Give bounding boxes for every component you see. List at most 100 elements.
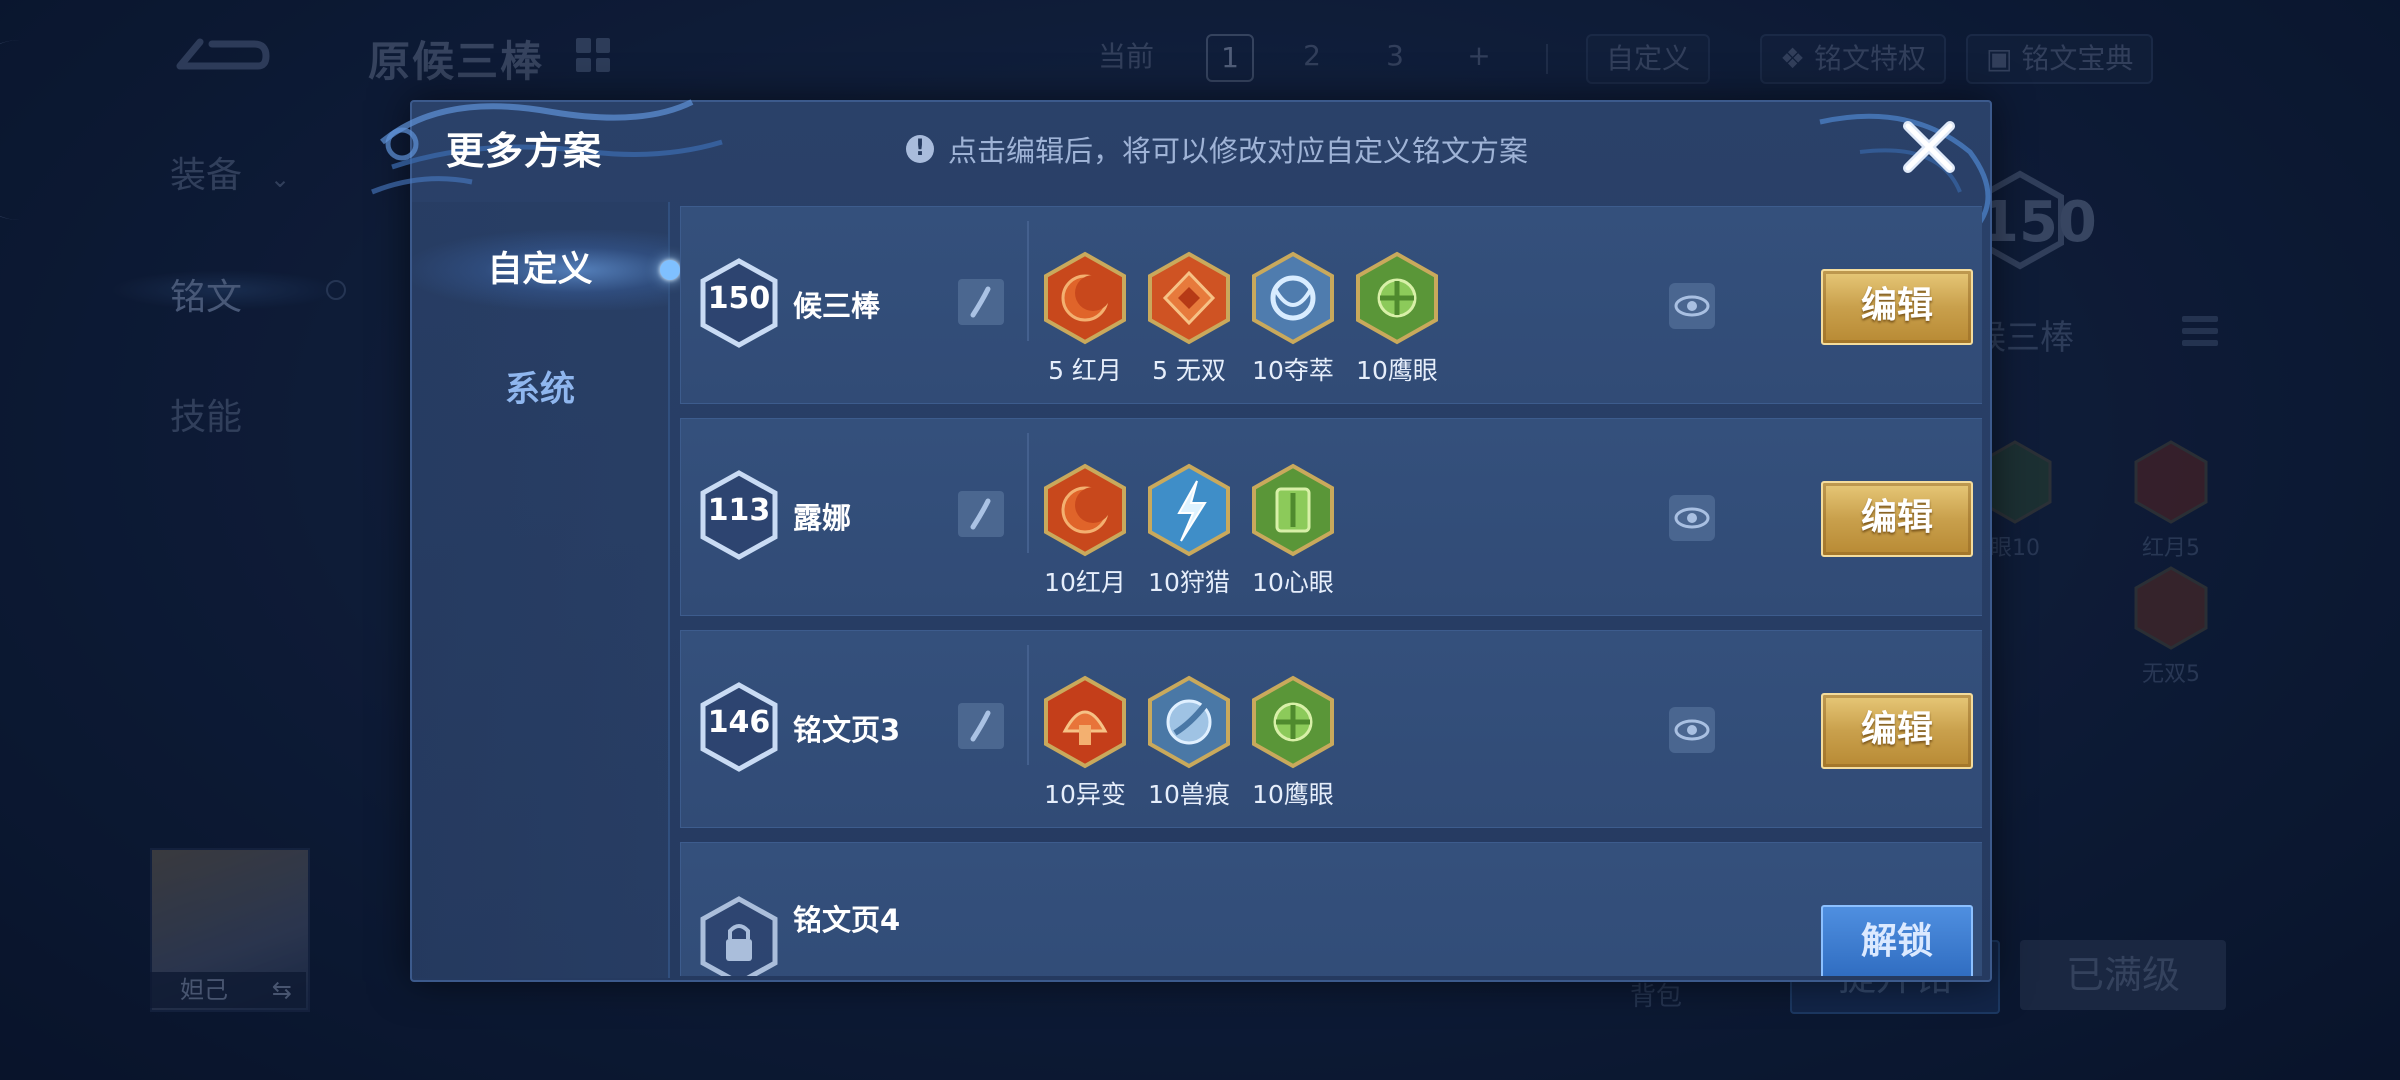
close-button[interactable] bbox=[1898, 116, 1960, 178]
red-moon-rune-icon bbox=[1044, 251, 1126, 345]
peerless-rune-icon bbox=[1148, 251, 1230, 345]
preview-button[interactable] bbox=[1669, 707, 1715, 753]
rune-label: 10夺萃 bbox=[1252, 356, 1334, 385]
rune-label: 10兽痕 bbox=[1148, 780, 1230, 809]
tab-custom-label: 自定义 bbox=[487, 250, 593, 290]
back-arrow-icon bbox=[176, 38, 270, 70]
add-page-button[interactable]: + bbox=[1457, 34, 1501, 78]
row-divider bbox=[1027, 433, 1029, 553]
rune-slot[interactable]: 10兽痕 bbox=[1147, 675, 1231, 815]
chevron-down-icon: ⌄ bbox=[270, 165, 291, 193]
rename-button[interactable] bbox=[958, 491, 1004, 537]
dialog-title: 更多方案 bbox=[446, 129, 603, 173]
row-divider bbox=[1027, 221, 1029, 341]
unlock-button[interactable]: 解锁 bbox=[1821, 905, 1973, 976]
rune-label: 10异变 bbox=[1044, 780, 1126, 809]
scheme-title: 原候三棒 bbox=[368, 37, 545, 86]
rune-slot[interactable]: 5 红月 bbox=[1043, 251, 1127, 391]
page-1-button[interactable]: 1 bbox=[1206, 34, 1254, 82]
edit-button[interactable]: 编辑 bbox=[1821, 481, 1973, 557]
rune-slot[interactable]: 10鹰眼 bbox=[1251, 675, 1335, 815]
hero-switch-bar[interactable]: 妲己 ⇆ bbox=[150, 972, 306, 1008]
seize-rune-icon bbox=[1252, 251, 1334, 345]
nav-equipment[interactable]: 装备 ⌄ bbox=[170, 146, 290, 198]
scheme-name: 铭文页4 bbox=[793, 903, 901, 937]
page-3-button[interactable]: 3 bbox=[1373, 34, 1417, 78]
nav-dot bbox=[326, 280, 346, 300]
privilege-button[interactable]: ❖ 铭文特权 bbox=[1760, 34, 1947, 84]
rune-label: 5 无双 bbox=[1152, 356, 1226, 385]
red-moon-rune-icon bbox=[1044, 463, 1126, 557]
scheme-row: 150 候三棒 5 红月 5 无双 10夺萃 10鹰眼 编辑 bbox=[680, 206, 1982, 404]
scheme-row-locked: 铭文页4 解锁 bbox=[680, 842, 1982, 976]
rune-slot[interactable]: 10心眼 bbox=[1251, 463, 1335, 603]
maxed-button: 已满级 bbox=[2020, 940, 2226, 1010]
book-icon: ❖ bbox=[1780, 42, 1815, 75]
grid-icon[interactable] bbox=[576, 38, 610, 72]
edit-button[interactable]: 编辑 bbox=[1821, 693, 1973, 769]
pen-icon bbox=[970, 498, 991, 530]
hunt-rune-icon bbox=[1148, 463, 1230, 557]
more-schemes-dialog: 更多方案 ! 点击编辑后，将可以修改对应自定义铭文方案 自定义 系统 150 候… bbox=[371, 99, 1992, 982]
scheme-level: 150 bbox=[707, 281, 771, 316]
selected-dot bbox=[660, 260, 680, 280]
row-divider bbox=[1027, 645, 1029, 765]
rune-slot[interactable]: 10鹰眼 bbox=[1355, 251, 1439, 391]
scheme-level: 146 bbox=[707, 705, 771, 740]
pen-icon bbox=[970, 286, 991, 318]
page-2-button[interactable]: 2 bbox=[1290, 34, 1334, 78]
menu-icon[interactable] bbox=[2182, 316, 2218, 352]
custom-button[interactable]: 自定义 bbox=[1586, 34, 1711, 84]
rename-button[interactable] bbox=[958, 703, 1004, 749]
hint-text: 点击编辑后，将可以修改对应自定义铭文方案 bbox=[948, 134, 1529, 168]
beast-mark-rune-icon bbox=[1148, 675, 1230, 769]
bg-rune-label: 无双5 bbox=[2142, 662, 2200, 687]
divider bbox=[1546, 44, 1548, 74]
rune-slot[interactable]: 10红月 bbox=[1043, 463, 1127, 603]
bg-rune-label: 眼10 bbox=[1990, 536, 2040, 561]
hawk-eye-rune-icon bbox=[1356, 251, 1438, 345]
tab-custom[interactable]: 自定义 bbox=[412, 230, 680, 310]
pen-icon bbox=[970, 710, 991, 742]
rune-slot[interactable]: 10夺萃 bbox=[1251, 251, 1335, 391]
close-icon bbox=[1903, 121, 1955, 173]
rune-slot[interactable]: 10狩猎 bbox=[1147, 463, 1231, 603]
rune-label: 10狩猎 bbox=[1148, 568, 1230, 597]
scheme-name: 铭文页3 bbox=[793, 713, 901, 747]
scheme-list[interactable]: 150 候三棒 5 红月 5 无双 10夺萃 10鹰眼 编辑 113 露娜 10… bbox=[680, 206, 1982, 976]
privilege-label: 铭文特权 bbox=[1814, 42, 1927, 75]
eye-icon bbox=[1674, 719, 1710, 741]
rune-label: 10鹰眼 bbox=[1356, 356, 1438, 385]
preview-button[interactable] bbox=[1669, 283, 1715, 329]
mutation-rune-icon bbox=[1044, 675, 1126, 769]
bg-rune-label: 红月5 bbox=[2142, 536, 2200, 561]
scheme-category-sidebar: 自定义 系统 bbox=[412, 202, 680, 978]
eye-icon bbox=[1674, 295, 1710, 317]
nav-equipment-label: 装备 bbox=[170, 155, 243, 196]
codex-label: 铭文宝典 bbox=[2021, 42, 2134, 75]
codex-icon: ▣ bbox=[1986, 42, 2022, 75]
red-moon-rune-icon bbox=[2134, 440, 2208, 524]
rune-label: 10鹰眼 bbox=[1252, 780, 1334, 809]
swap-icon: ⇆ bbox=[271, 976, 292, 1004]
tab-system[interactable]: 系统 bbox=[412, 350, 668, 430]
background-level: 150 bbox=[1980, 190, 2097, 255]
info-icon: ! bbox=[906, 135, 934, 163]
codex-button[interactable]: ▣ 铭文宝典 bbox=[1966, 34, 2154, 84]
preview-button[interactable] bbox=[1669, 495, 1715, 541]
peerless-rune-icon bbox=[2134, 566, 2208, 650]
rename-button[interactable] bbox=[958, 279, 1004, 325]
hawk-eye-rune-icon bbox=[1252, 675, 1334, 769]
rune-slot[interactable]: 10异变 bbox=[1043, 675, 1127, 815]
mind-eye-rune-icon bbox=[1252, 463, 1334, 557]
rune-slot[interactable]: 5 无双 bbox=[1147, 251, 1231, 391]
eye-icon bbox=[1674, 507, 1710, 529]
nav-skills[interactable]: 技能 bbox=[170, 388, 242, 440]
back-button[interactable] bbox=[170, 30, 270, 80]
hero-name: 妲己 bbox=[180, 976, 228, 1004]
current-label: 当前 bbox=[1098, 40, 1155, 73]
lock-icon bbox=[699, 895, 779, 976]
nav-inscription[interactable]: 铭文 bbox=[170, 268, 242, 320]
edit-button[interactable]: 编辑 bbox=[1821, 269, 1973, 345]
scheme-row: 146 铭文页3 10异变 10兽痕 10鹰眼 编辑 bbox=[680, 630, 1982, 828]
